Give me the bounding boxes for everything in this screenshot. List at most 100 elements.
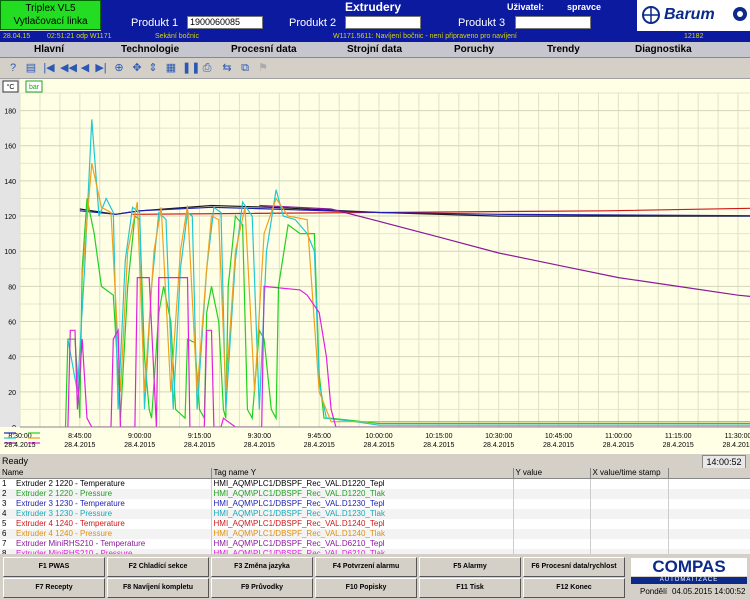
row-x-value xyxy=(590,539,669,549)
logo-icon xyxy=(642,6,660,24)
prev-icon[interactable]: ◀ xyxy=(78,61,92,75)
move-icon[interactable]: ✥ xyxy=(130,61,144,75)
function-keys: F1 PWAS F2 Chladící sekce F3 Změna jazyka F… xyxy=(0,554,630,600)
fkey-button[interactable]: F9 Průvodky xyxy=(211,578,313,598)
logo-seal-icon xyxy=(733,7,747,21)
row-tag: HMI_AQM\PLC1/DBSPF_Rec_VAL.D6210_Tepl xyxy=(211,539,514,549)
row-y-value xyxy=(513,509,591,519)
col-y-value[interactable]: Y value xyxy=(513,468,591,479)
row-name: 5 Extruder 4 1240 - Temperature xyxy=(0,519,212,529)
prev-fast-icon[interactable]: ◀◀ xyxy=(60,61,77,75)
cursor-icon[interactable]: ⚑ xyxy=(256,61,270,75)
alarm-code: 12182 xyxy=(684,33,704,40)
barum-logo: Barum xyxy=(637,0,750,31)
fkey-button[interactable]: F2 Chladící sekce xyxy=(107,557,209,577)
x-tick-time: 8:45:00 xyxy=(68,433,91,440)
help-icon[interactable]: ? xyxy=(6,61,20,75)
row-name-text: Extruder 3 1230 - Pressure xyxy=(16,509,113,518)
row-name: 4 Extruder 3 1230 - Pressure xyxy=(0,509,212,519)
table-row[interactable]: 6 Extruder 4 1240 - Pressure HMI_AQM\PLC1/… xyxy=(0,529,750,539)
col-x-value[interactable]: X value/time stamp xyxy=(590,468,669,479)
config-icon[interactable]: ▤ xyxy=(24,61,38,75)
row-extra xyxy=(668,539,750,549)
menu-diagnostika[interactable]: Diagnostika xyxy=(635,43,692,56)
menu-hlavni[interactable]: Hlavní xyxy=(34,43,64,56)
table-row[interactable]: 7 Extruder MiniRHS210 - Temperature HMI_AQ… xyxy=(0,539,750,549)
x-tick-time: 9:00:00 xyxy=(128,433,151,440)
col-empty xyxy=(668,468,750,479)
alarm-bar[interactable]: 28.04.15 02:51:21 odp W1171 Sekání bočni… xyxy=(0,31,750,42)
menu-poruchy[interactable]: Poruchy xyxy=(454,43,494,56)
fkey-button[interactable]: F12 Konec xyxy=(523,578,625,598)
row-extra xyxy=(668,529,750,539)
first-icon[interactable]: |◀ xyxy=(42,61,56,75)
copy-icon[interactable]: ⧉ xyxy=(238,61,252,75)
split-icon[interactable]: ▦ xyxy=(164,61,178,75)
table-header: Name Tag name Y Y value X value/time sta… xyxy=(0,468,750,479)
export-icon[interactable]: ⇆ xyxy=(220,61,234,75)
produkt1-field[interactable]: 1900060085 xyxy=(187,16,263,29)
produkt3-field[interactable] xyxy=(515,16,591,29)
menu-strojni-data[interactable]: Strojní data xyxy=(347,43,402,56)
col-name[interactable]: Name xyxy=(0,468,212,479)
row-x-value xyxy=(590,499,669,509)
menu-technologie[interactable]: Technologie xyxy=(121,43,179,56)
row-extra xyxy=(668,509,750,519)
zoom-icon[interactable]: ⊕ xyxy=(112,61,126,75)
table-row[interactable]: 3 Extruder 3 1230 - Temperature HMI_AQM\PL… xyxy=(0,499,750,509)
next-icon[interactable]: ▶| xyxy=(94,61,108,75)
x-tick-date: 28.4.2015 xyxy=(64,442,95,449)
fkey-button[interactable]: F1 PWAS xyxy=(3,557,105,577)
menu-procesni-data[interactable]: Procesní data xyxy=(231,43,297,56)
x-tick-time: 8:30:00 xyxy=(8,433,31,440)
alarm-message-2: W1171.5611: Navíjení bočnic - není připr… xyxy=(333,33,517,40)
pause-icon[interactable]: ❚❚ xyxy=(182,61,200,75)
menu-trendy[interactable]: Trendy xyxy=(547,43,580,56)
table-row[interactable]: 5 Extruder 4 1240 - Temperature HMI_AQM\PL… xyxy=(0,519,750,529)
row-y-value xyxy=(513,519,591,529)
x-tick-time: 11:00:00 xyxy=(605,433,632,440)
user-value: spravce xyxy=(567,2,602,12)
row-number: 3 xyxy=(2,499,7,508)
fkey-button[interactable]: F6 Procesní data/rychlost xyxy=(523,557,625,577)
produkt2-field[interactable] xyxy=(345,16,421,29)
produkt1-label: Produkt 1 xyxy=(131,17,179,29)
x-tick-date: 28.4.2015 xyxy=(722,442,750,449)
y-tick-label: 140 xyxy=(4,179,16,186)
fkey-button[interactable]: F5 Alarmy xyxy=(419,557,521,577)
fkey-button[interactable]: F8 Navíjení kompletu xyxy=(107,578,209,598)
table-row[interactable]: 1 Extruder 2 1220 - Temperature HMI_AQM\PL… xyxy=(0,478,750,489)
fkey-button[interactable]: F7 Recepty xyxy=(3,578,105,598)
x-tick-time: 10:45:00 xyxy=(545,433,572,440)
trend-toolbar: ? ▤ |◀ ◀◀ ◀ ▶| ⊕ ✥ ⇕ ▦ ❚❚ ⎙ ⇆ ⧉ ⚑ xyxy=(0,58,750,79)
logo-text: Barum xyxy=(664,6,715,23)
col-tag[interactable]: Tag name Y xyxy=(211,468,514,479)
fkey-button[interactable]: F4 Potvrzení alarmu xyxy=(315,557,417,577)
table-row[interactable]: 2 Extruder 2 1220 - Pressure HMI_AQM\PLC1/… xyxy=(0,489,750,499)
row-tag: HMI_AQM\PLC1/DBSPF_Rec_VAL.D1230_Tepl xyxy=(211,499,514,509)
row-extra xyxy=(668,499,750,509)
x-tick-time: 10:15:00 xyxy=(425,433,452,440)
x-axis-area xyxy=(0,427,750,453)
status-time: 14:00:52 xyxy=(702,455,746,469)
table-row[interactable]: 4 Extruder 3 1230 - Pressure HMI_AQM\PLC1/… xyxy=(0,509,750,519)
x-tick-date: 28.4.2015 xyxy=(304,442,335,449)
plant-line2: Vytlačovací linka xyxy=(13,16,88,27)
trend-chart-svg[interactable]: 020406080100120140160180°Cbar8:30:0028.4… xyxy=(0,79,750,453)
unit-left: °C xyxy=(7,83,15,91)
series-table[interactable]: Name Tag name Y Y value X value/time sta… xyxy=(0,468,750,554)
fkey-button[interactable]: F10 Popisky xyxy=(315,578,417,598)
y-tick-label: 80 xyxy=(8,284,16,291)
fkey-button[interactable]: F11 Tisk xyxy=(419,578,521,598)
trend-chart[interactable]: 020406080100120140160180°Cbar8:30:0028.4… xyxy=(0,79,750,453)
row-name: 1 Extruder 2 1220 - Temperature xyxy=(0,478,212,489)
fkey-button[interactable]: F3 Změna jazyka xyxy=(211,557,313,577)
alarm-message-1: Sekání bočnic xyxy=(155,33,199,40)
x-tick-date: 28.4.2015 xyxy=(483,442,514,449)
day-name: Pondělí xyxy=(640,587,668,596)
x-tick-time: 10:30:00 xyxy=(485,433,512,440)
x-tick-time: 10:00:00 xyxy=(365,433,392,440)
page-title: Extrudery xyxy=(345,0,402,14)
scale-icon[interactable]: ⇕ xyxy=(146,61,160,75)
print-icon[interactable]: ⎙ xyxy=(200,61,214,75)
